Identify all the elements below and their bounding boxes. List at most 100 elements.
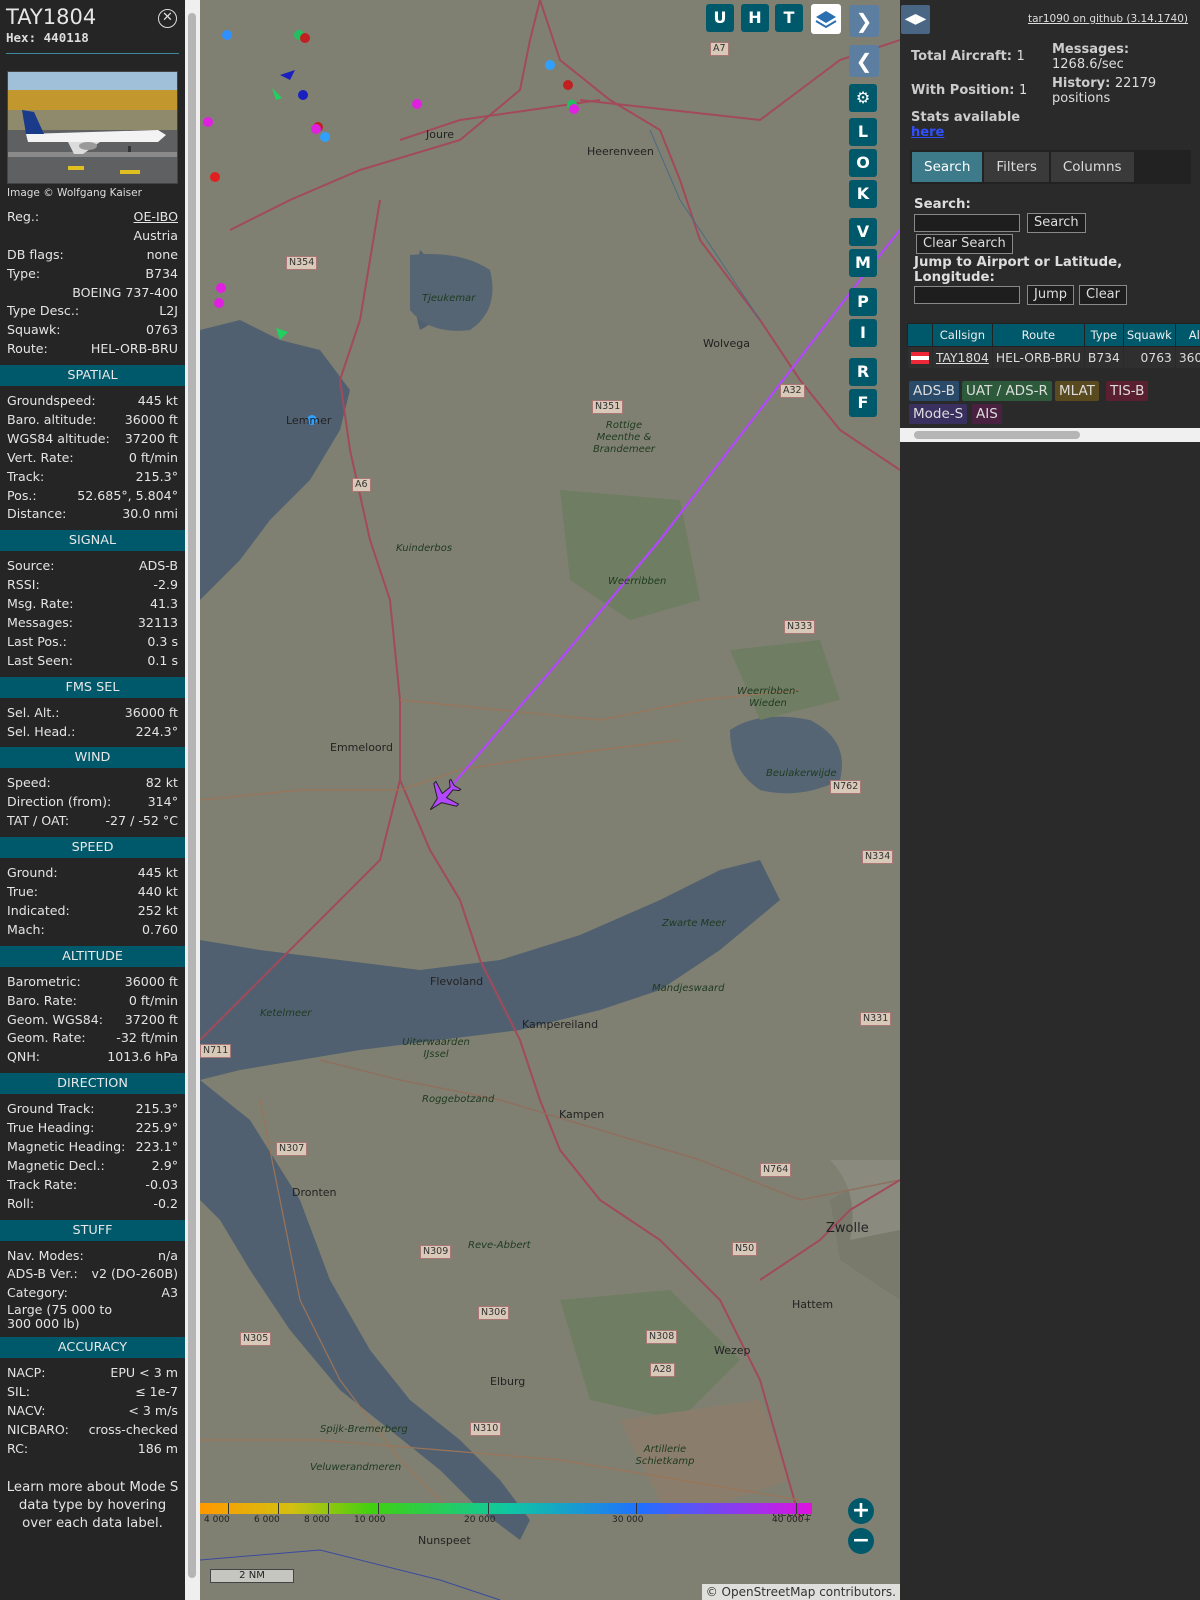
zoom-in-button[interactable]: + xyxy=(848,1498,874,1524)
toggle-f-button[interactable]: F xyxy=(849,389,877,417)
toggle-r-button[interactable]: R xyxy=(849,358,877,386)
info-label: Last Seen: xyxy=(7,652,73,668)
info-label: Reg.: xyxy=(7,209,40,224)
column-header[interactable]: Alt. xyxy=(1174,323,1200,347)
prev-button[interactable]: ❮ xyxy=(849,45,879,77)
clear-search-button[interactable]: Clear Search xyxy=(916,234,1013,254)
column-header[interactable]: Callsign xyxy=(932,323,993,347)
info-value: 445 kt xyxy=(137,865,178,881)
search-input[interactable] xyxy=(914,214,1020,232)
map-road-label: N309 xyxy=(420,1245,452,1259)
map-place-label: Roggebotzand xyxy=(422,1094,495,1105)
cell-callsign[interactable]: TAY1804 xyxy=(932,346,993,369)
map-place-label: Kampereiland xyxy=(522,1018,599,1031)
info-value: 445 kt xyxy=(137,393,178,409)
layers-button[interactable] xyxy=(811,4,841,34)
registration-link[interactable]: OE-IBO xyxy=(134,208,178,227)
table-body: TAY1804HEL-ORB-BRUB734076336000 xyxy=(907,346,1200,369)
toggle-p-button[interactable]: P xyxy=(849,288,877,316)
info-value: 0 ft/min xyxy=(128,449,178,465)
settings-button[interactable]: ⚙ xyxy=(849,84,877,112)
table-row[interactable]: TAY1804HEL-ORB-BRUB734076336000 xyxy=(907,346,1200,369)
info-label: Barometric: xyxy=(7,973,81,989)
info-value: < 3 m/s xyxy=(128,1402,178,1418)
info-row: Speed: 82 kt xyxy=(0,774,185,793)
toggle-k-button[interactable]: K xyxy=(849,180,877,208)
scale-bar: 2 NM xyxy=(210,1569,294,1583)
jump-input[interactable] xyxy=(914,286,1020,304)
jump-button[interactable]: Jump xyxy=(1027,285,1074,305)
info-value: 215.3° xyxy=(135,1101,178,1117)
source-badge: ADS-B xyxy=(909,381,959,401)
map-place-label: Veluwerandmeren xyxy=(310,1462,402,1473)
column-header[interactable]: Route xyxy=(991,323,1085,347)
info-value: 224.3° xyxy=(135,723,178,739)
horizontal-scrollbar[interactable] xyxy=(900,428,1200,442)
toggle-sidebar-button[interactable]: ◀▶ xyxy=(901,5,930,34)
info-label: NACV: xyxy=(7,1402,46,1418)
toggle-u-button[interactable]: U xyxy=(706,4,734,32)
map-place-label: Zwolle xyxy=(826,1221,869,1236)
info-row: Last Pos.: 0.3 s xyxy=(0,633,185,652)
aircraft-photo[interactable] xyxy=(7,71,178,184)
info-label: NACP: xyxy=(7,1365,46,1381)
toggle-m-button[interactable]: M xyxy=(849,249,877,277)
info-value: 0 ft/min xyxy=(128,992,178,1008)
info-value: 37200 ft xyxy=(124,1011,178,1027)
info-value: B734 xyxy=(145,265,178,281)
tab-search[interactable]: Search xyxy=(912,152,983,182)
section-header: STUFF xyxy=(0,1219,185,1241)
map-road-label: N354 xyxy=(286,256,318,270)
map-place-label: Dronten xyxy=(292,1186,337,1199)
cell-type: B734 xyxy=(1083,346,1124,369)
column-header[interactable]: Type xyxy=(1083,323,1124,347)
info-row: Last Seen: 0.1 s xyxy=(0,652,185,671)
map-place-label: Nunspeet xyxy=(418,1534,471,1547)
close-icon[interactable]: ✕ xyxy=(158,9,177,28)
info-value: ADS-B xyxy=(138,558,178,574)
clear-button[interactable]: Clear xyxy=(1079,285,1127,305)
column-header[interactable]: Squawk xyxy=(1122,323,1176,347)
github-link[interactable]: tar1090 on github (3.14.1740) xyxy=(1028,13,1188,25)
info-row: Sel. Alt.: 36000 ft xyxy=(0,704,185,723)
section-header: WIND xyxy=(0,747,185,769)
stats-link[interactable]: here xyxy=(911,125,944,140)
tab-columns[interactable]: Columns xyxy=(1050,152,1134,182)
info-row: Groundspeed: 445 kt xyxy=(0,392,185,411)
toggle-l-button[interactable]: L xyxy=(849,118,877,146)
map-place-label: Mandjeswaard xyxy=(652,983,725,994)
info-label: SIL: xyxy=(7,1384,30,1400)
search-button[interactable]: Search xyxy=(1027,213,1086,233)
zoom-out-button[interactable]: − xyxy=(848,1528,874,1554)
toggle-o-button[interactable]: O xyxy=(849,149,877,177)
map-view[interactable]: Joure Heerenveen Tjeukemar Wolvega Lemmer Emm… xyxy=(200,0,900,1600)
info-label: Distance: xyxy=(7,506,67,522)
expand-arrows-icon: ◀▶ xyxy=(904,11,927,27)
section-header: DIRECTION xyxy=(0,1073,185,1095)
column-header[interactable] xyxy=(907,323,933,347)
toggle-i-button[interactable]: I xyxy=(849,319,877,347)
map-canvas[interactable] xyxy=(200,0,900,1600)
toggle-t-button[interactable]: T xyxy=(775,4,803,32)
info-value: 0.1 s xyxy=(147,652,178,668)
total-label: Total Aircraft: xyxy=(911,49,1012,64)
info-label: DB flags: xyxy=(7,246,64,262)
info-row: SIL: ≤ 1e-7 xyxy=(0,1383,185,1402)
hex-value: 440118 xyxy=(43,30,89,45)
toggle-h-button[interactable]: H xyxy=(741,4,769,32)
hscroll-thumb[interactable] xyxy=(914,431,1080,439)
austria-flag-icon xyxy=(911,351,929,364)
info-value: 440 kt xyxy=(137,884,178,900)
info-value: 252 kt xyxy=(137,902,178,918)
tab-filters[interactable]: Filters xyxy=(984,152,1049,182)
info-value: ≤ 1e-7 xyxy=(135,1384,178,1400)
image-credit: Image © Wolfgang Kaiser xyxy=(7,187,142,199)
map-place-label: Rottige Meenthe & Brandemeer xyxy=(592,420,656,455)
next-button[interactable]: ❯ xyxy=(849,5,879,37)
info-scrollbar[interactable] xyxy=(185,0,200,1600)
scrollbar-thumb[interactable] xyxy=(188,13,196,1578)
info-label: Mach: xyxy=(7,921,45,937)
toggle-v-button[interactable]: V xyxy=(849,218,877,246)
map-place-label: Wolvega xyxy=(703,337,751,350)
with-position: With Position: 1 xyxy=(911,83,1027,98)
